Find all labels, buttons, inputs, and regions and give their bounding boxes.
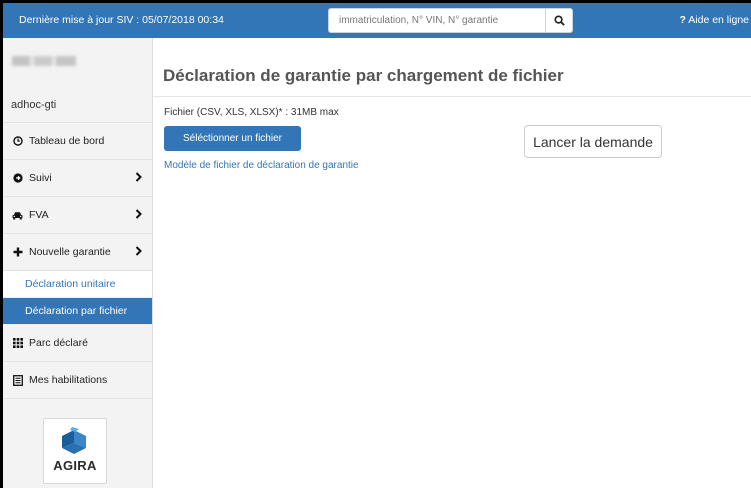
- sidebar-item-parc-declare[interactable]: Parc déclaré: [3, 325, 152, 362]
- blurred-user-name: [12, 56, 76, 66]
- help-label: Aide en ligne: [688, 14, 749, 26]
- sidebar-item-label: FVA: [29, 209, 49, 221]
- app-window: Dernière mise à jour SIV : 05/07/2018 00…: [3, 3, 751, 488]
- chevron-right-icon: [135, 246, 142, 259]
- sidebar-subitem-declaration-unitaire[interactable]: Déclaration unitaire: [3, 271, 152, 298]
- template-file-link[interactable]: Modèle de fichier de déclaration de gara…: [164, 160, 359, 171]
- sidebar-item-fva[interactable]: FVA: [3, 197, 152, 234]
- list-icon: [12, 374, 23, 386]
- user-block: adhoc-gti: [3, 38, 152, 123]
- car-icon: [12, 210, 23, 221]
- sidebar-subitem-label: Déclaration par fichier: [25, 305, 128, 317]
- sidebar-item-nouvelle-garantie[interactable]: Nouvelle garantie: [3, 234, 152, 271]
- sidebar-item-label: Nouvelle garantie: [29, 246, 111, 258]
- sidebar-item-mes-habilitations[interactable]: Mes habilitations: [3, 362, 152, 399]
- agira-logo: AGIRA: [43, 418, 107, 484]
- sidebar-subitem-declaration-par-fichier[interactable]: Déclaration par fichier: [3, 298, 152, 325]
- arrow-circle-icon: [12, 173, 23, 184]
- search-icon: [553, 15, 565, 26]
- grid-icon: [12, 338, 23, 349]
- sidebar-item-label: Mes habilitations: [29, 374, 108, 386]
- search-button[interactable]: [545, 8, 573, 33]
- chevron-right-icon: [135, 209, 142, 222]
- sidebar-item-suivi[interactable]: Suivi: [3, 160, 152, 197]
- chevron-right-icon: [135, 172, 142, 185]
- plus-icon: [12, 247, 23, 258]
- clock-icon: [12, 136, 23, 147]
- sidebar-item-label: Parc déclaré: [29, 337, 88, 349]
- search-input[interactable]: [328, 8, 545, 33]
- title-divider: [153, 96, 751, 97]
- sidebar-item-dashboard[interactable]: Tableau de bord: [3, 123, 152, 160]
- help-link[interactable]: ? Aide en ligne: [680, 14, 749, 26]
- search-bar: [328, 8, 573, 33]
- file-field-label: Fichier (CSV, XLS, XLSX)* : 31MB max: [164, 107, 339, 118]
- help-icon: ?: [679, 14, 686, 26]
- page-title: Déclaration de garantie par chargement d…: [163, 66, 564, 85]
- sidebar-subitem-label: Déclaration unitaire: [25, 278, 116, 290]
- launch-request-button[interactable]: Lancer la demande: [524, 125, 662, 158]
- username: adhoc-gti: [11, 99, 57, 111]
- top-bar: Dernière mise à jour SIV : 05/07/2018 00…: [3, 3, 751, 38]
- logo-text: AGIRA: [53, 458, 97, 473]
- sidebar: adhoc-gti Tableau de bord Suivi FVA Nouv…: [3, 38, 153, 488]
- sidebar-item-label: Suivi: [29, 172, 52, 184]
- sidebar-item-label: Tableau de bord: [29, 135, 105, 147]
- agira-logo-mark: [62, 427, 86, 454]
- select-file-button[interactable]: Séléctionner un fichier: [164, 126, 301, 151]
- last-update-text: Dernière mise à jour SIV : 05/07/2018 00…: [19, 14, 224, 26]
